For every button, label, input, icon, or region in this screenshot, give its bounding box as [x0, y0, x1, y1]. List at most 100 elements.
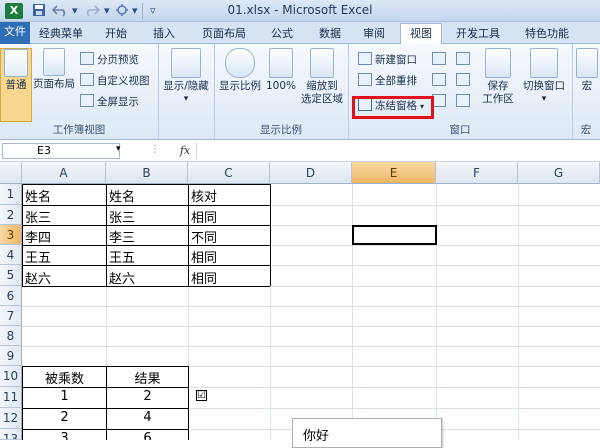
name-box[interactable]: E3: [2, 143, 120, 159]
row-header-4[interactable]: 4: [0, 245, 22, 265]
group-macro: 宏 宏: [572, 44, 600, 140]
normal-view-button[interactable]: 普通: [0, 48, 32, 122]
cell-c2[interactable]: 相同: [191, 207, 269, 226]
full-screen-icon: [80, 94, 94, 107]
tab-home[interactable]: 开始: [96, 24, 136, 44]
ribbon-tabs: 文件 经典菜单 开始 插入 页面布局 公式 数据 审阅 视图 开发工具 特色功能: [0, 22, 600, 46]
cell-b3[interactable]: 李三: [109, 227, 187, 246]
cell-b13[interactable]: 6: [107, 431, 188, 440]
cell-b5[interactable]: 赵六: [109, 268, 187, 287]
cell-a1[interactable]: 姓名: [25, 186, 105, 205]
formula-bar-resize-icon[interactable]: ⋮: [150, 144, 160, 155]
name-box-dropdown-icon[interactable]: ▾: [116, 144, 121, 154]
checkbox[interactable]: ☑: [196, 390, 207, 401]
view-side-by-side-button[interactable]: [456, 52, 473, 68]
row-header-2[interactable]: 2: [0, 205, 22, 225]
unhide-window-button[interactable]: [432, 94, 449, 110]
cell-a4[interactable]: 王五: [25, 247, 105, 266]
insert-function-icon[interactable]: fx: [176, 143, 194, 159]
zoom-to-selection-button[interactable]: 缩放到 选定区域: [298, 48, 346, 106]
zoom-100-button[interactable]: 100%: [264, 48, 298, 93]
custom-views-label: 自定义视图: [97, 75, 150, 87]
window-title: 01.xlsx - Microsoft Excel: [227, 3, 373, 17]
tab-special-features[interactable]: 特色功能: [516, 24, 578, 44]
tab-page-layout[interactable]: 页面布局: [196, 24, 252, 44]
save-workspace-button[interactable]: 保存 工作区: [478, 48, 518, 106]
new-window-button[interactable]: 新建窗口: [358, 52, 417, 68]
tab-developer[interactable]: 开发工具: [448, 24, 508, 44]
show-hide-button[interactable]: 显示/隐藏 ▾: [160, 48, 212, 106]
group-label-workbook-views: 工作簿视图: [52, 124, 106, 136]
reset-position-button[interactable]: [456, 94, 473, 110]
tab-review[interactable]: 审阅: [354, 24, 394, 44]
cell-b12[interactable]: 4: [107, 410, 188, 425]
tab-file[interactable]: 文件: [0, 22, 30, 44]
custom-views-button[interactable]: 自定义视图: [80, 73, 150, 89]
zoom-button[interactable]: 显示比例: [216, 48, 264, 93]
row-header-1[interactable]: 1: [0, 184, 22, 205]
full-screen-button[interactable]: 全屏显示: [80, 94, 139, 110]
cell-a13[interactable]: 3: [23, 431, 106, 440]
cell-b10[interactable]: 结果: [107, 368, 188, 387]
arrange-all-button[interactable]: 全部重排: [358, 73, 417, 89]
hide-window-button[interactable]: [432, 73, 449, 89]
table-border: [188, 366, 189, 440]
cell-a5[interactable]: 赵六: [25, 268, 105, 287]
cell-b2[interactable]: 张三: [109, 207, 187, 226]
column-header-e[interactable]: E: [352, 162, 436, 184]
page-layout-view-button[interactable]: 页面布局: [32, 48, 76, 91]
cell-c3[interactable]: 不同: [191, 227, 269, 246]
cell-a11[interactable]: 1: [23, 389, 106, 404]
row-header-12[interactable]: 12: [0, 408, 22, 429]
tab-insert[interactable]: 插入: [144, 24, 184, 44]
macros-button[interactable]: 宏: [574, 48, 600, 93]
show-hide-label: 显示/隐藏: [163, 80, 209, 92]
page-break-preview-button[interactable]: 分页预览: [80, 52, 139, 68]
page-break-icon: [80, 52, 94, 65]
cell-c1[interactable]: 核对: [191, 186, 269, 205]
select-all-corner[interactable]: [0, 162, 22, 184]
zoom-100-label: 100%: [265, 80, 297, 92]
column-header-f[interactable]: F: [436, 162, 518, 184]
table-border: [22, 184, 23, 286]
tab-classic-menu[interactable]: 经典菜单: [36, 24, 86, 44]
column-header-d[interactable]: D: [270, 162, 352, 184]
cell-c4[interactable]: 相同: [191, 247, 269, 266]
gridline: [436, 184, 437, 440]
cell-a12[interactable]: 2: [23, 410, 106, 425]
cell-a3[interactable]: 李四: [25, 227, 105, 246]
column-header-a[interactable]: A: [22, 162, 106, 184]
cell-c5[interactable]: 相同: [191, 268, 269, 287]
tab-data[interactable]: 数据: [310, 24, 350, 44]
table-border: [270, 184, 271, 286]
row-header-10[interactable]: 10: [0, 366, 22, 387]
row-header-3[interactable]: 3: [0, 225, 22, 245]
cell-b11[interactable]: 2: [107, 389, 188, 404]
cell-a2[interactable]: 张三: [25, 207, 105, 226]
column-header-b[interactable]: B: [106, 162, 188, 184]
cell-b4[interactable]: 王五: [109, 247, 187, 266]
switch-windows-button[interactable]: 切换窗口 ▾: [518, 48, 570, 106]
worksheet-grid[interactable]: A B C D E F G 1 2 3 4 5 6 7 8 9 10 11 12…: [0, 162, 600, 440]
row-header-11[interactable]: 11: [0, 387, 22, 408]
table-border: [22, 387, 188, 388]
row-header-7[interactable]: 7: [0, 306, 22, 326]
column-header-c[interactable]: C: [188, 162, 270, 184]
tab-view[interactable]: 视图: [400, 23, 442, 46]
cell-a10[interactable]: 被乘数: [23, 368, 106, 387]
gridline: [352, 184, 353, 440]
text-box-text: 你好: [303, 429, 330, 444]
sync-scroll-button[interactable]: [456, 73, 473, 89]
split-button[interactable]: [432, 52, 449, 68]
row-header-5[interactable]: 5: [0, 265, 22, 286]
column-header-g[interactable]: G: [518, 162, 600, 184]
formula-input[interactable]: [196, 143, 596, 159]
row-header-6[interactable]: 6: [0, 286, 22, 306]
row-header-8[interactable]: 8: [0, 326, 22, 346]
tab-formulas[interactable]: 公式: [262, 24, 302, 44]
cell-b1[interactable]: 姓名: [109, 186, 187, 205]
selected-cell-e3[interactable]: [352, 225, 437, 245]
text-box-shape[interactable]: 你好: [292, 418, 442, 448]
row-header-9[interactable]: 9: [0, 346, 22, 366]
row-header-13[interactable]: 13: [0, 429, 22, 440]
